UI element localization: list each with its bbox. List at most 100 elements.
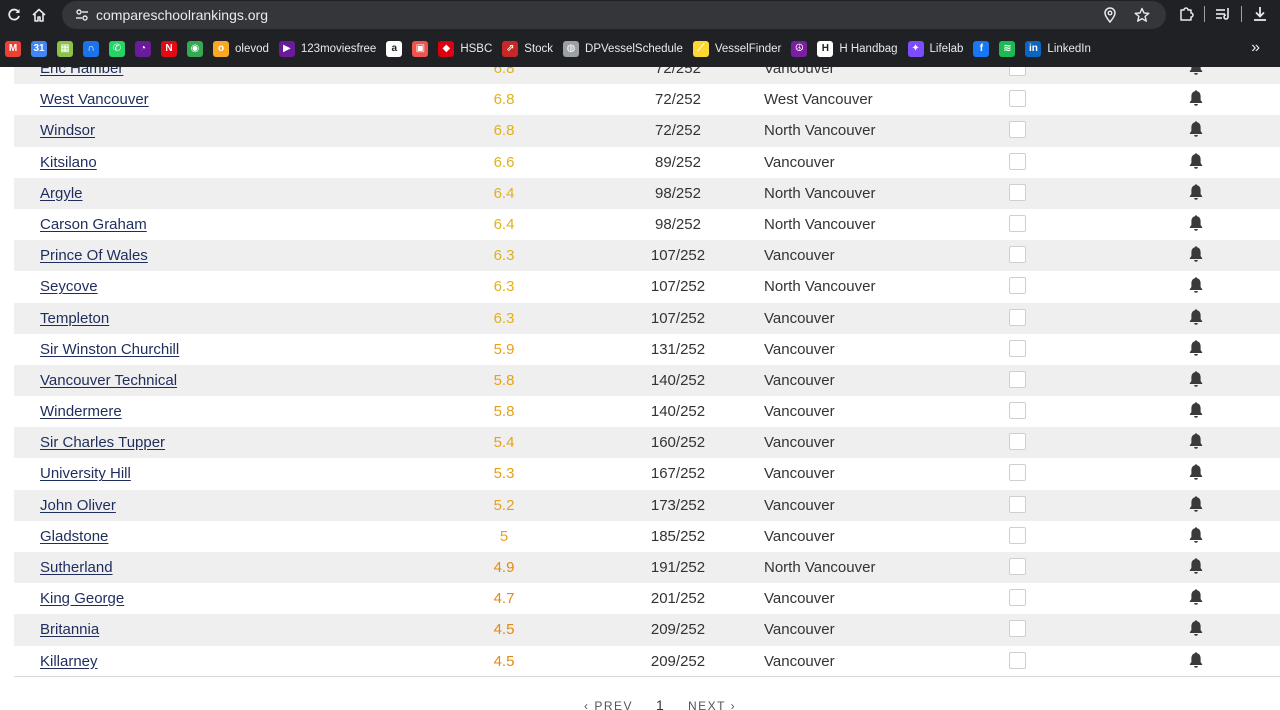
school-name-link[interactable]: John Oliver bbox=[40, 490, 116, 521]
notification-bell-icon[interactable] bbox=[1188, 651, 1204, 669]
compare-checkbox[interactable] bbox=[1009, 402, 1026, 420]
notification-bell-icon[interactable] bbox=[1188, 495, 1204, 513]
compare-checkbox[interactable] bbox=[1009, 183, 1026, 201]
compare-checkbox[interactable] bbox=[1009, 67, 1026, 76]
compare-checkbox[interactable] bbox=[1009, 370, 1026, 388]
school-name-link[interactable]: Carson Graham bbox=[40, 209, 147, 240]
notification-bell-icon[interactable] bbox=[1188, 214, 1204, 232]
notification-bell-icon[interactable] bbox=[1188, 308, 1204, 326]
table-row: Templeton 6.3 107/252 Vancouver bbox=[14, 302, 1280, 334]
notification-bell-icon[interactable] bbox=[1188, 120, 1204, 138]
school-name-link[interactable]: Britannia bbox=[40, 614, 99, 645]
school-name-link[interactable]: Kitsilano bbox=[40, 147, 97, 178]
extensions-puzzle-icon[interactable] bbox=[1176, 4, 1196, 24]
site-info-icon[interactable] bbox=[70, 3, 94, 27]
compare-checkbox[interactable] bbox=[1009, 651, 1026, 669]
current-page-number[interactable]: 1 bbox=[656, 697, 664, 710]
bookmark-hsbc[interactable]: ◆ HSBC bbox=[433, 36, 497, 62]
compare-checkbox[interactable] bbox=[1009, 495, 1026, 513]
school-name-link[interactable]: Windsor bbox=[40, 115, 95, 146]
school-name-link[interactable]: Templeton bbox=[40, 303, 109, 334]
compare-checkbox[interactable] bbox=[1009, 464, 1026, 482]
notification-bell-icon[interactable] bbox=[1188, 432, 1204, 450]
address-bar[interactable]: compareschoolrankings.org bbox=[62, 1, 1166, 29]
bookmark-vesselfinder[interactable]: ⟋ VesselFinder bbox=[688, 36, 786, 62]
compare-checkbox[interactable] bbox=[1009, 152, 1026, 170]
compare-checkbox[interactable] bbox=[1009, 277, 1026, 295]
bookmark-app-icon-blue[interactable]: ∩ bbox=[78, 36, 104, 62]
school-name-link[interactable]: West Vancouver bbox=[40, 84, 149, 115]
download-icon[interactable] bbox=[1250, 4, 1270, 24]
compare-checkbox[interactable] bbox=[1009, 121, 1026, 139]
notification-bell-icon[interactable] bbox=[1188, 276, 1204, 294]
compare-checkbox[interactable] bbox=[1009, 308, 1026, 326]
bookmark-globe[interactable]: ◍ DPVesselSchedule bbox=[558, 36, 688, 62]
notification-bell-icon[interactable] bbox=[1188, 245, 1204, 263]
url-text[interactable]: compareschoolrankings.org bbox=[96, 7, 268, 23]
bookmark-calendar[interactable]: 31 bbox=[26, 36, 52, 62]
bookmark-peace[interactable]: ☮ bbox=[786, 36, 812, 62]
notification-bell-icon[interactable] bbox=[1188, 183, 1204, 201]
home-icon[interactable] bbox=[25, 1, 53, 29]
notification-bell-icon[interactable] bbox=[1188, 557, 1204, 575]
notification-bell-icon[interactable] bbox=[1188, 370, 1204, 388]
school-name-link[interactable]: Killarney bbox=[40, 646, 98, 677]
bookmark-spotify[interactable]: ≋ bbox=[994, 36, 1020, 62]
school-name-link[interactable]: Sutherland bbox=[40, 552, 113, 583]
notification-bell-icon[interactable] bbox=[1188, 339, 1204, 357]
compare-checkbox[interactable] bbox=[1009, 558, 1026, 575]
notification-bell-icon[interactable] bbox=[1188, 526, 1204, 544]
school-name-link[interactable]: Argyle bbox=[40, 178, 83, 209]
location-pin-icon[interactable] bbox=[1100, 5, 1120, 25]
bookmark-whatsapp[interactable]: ✆ bbox=[104, 36, 130, 62]
bookmark-gmail[interactable]: M bbox=[0, 36, 26, 62]
school-name-link[interactable]: Sir Winston Churchill bbox=[40, 334, 179, 365]
school-name-link[interactable]: University Hill bbox=[40, 458, 131, 489]
notification-bell-icon[interactable] bbox=[1188, 401, 1204, 419]
school-name-link[interactable]: Eric Hamber bbox=[40, 67, 123, 84]
bookmark-linkedin[interactable]: in LinkedIn bbox=[1020, 36, 1095, 62]
school-name-link[interactable]: Sir Charles Tupper bbox=[40, 427, 165, 458]
bookmarks-overflow-icon[interactable]: » bbox=[1251, 39, 1260, 57]
compare-checkbox[interactable] bbox=[1009, 214, 1026, 232]
school-name-link[interactable]: Prince Of Wales bbox=[40, 240, 148, 271]
bookmark-handbag[interactable]: H H Handbag bbox=[812, 36, 902, 62]
bookmark-star-icon[interactable] bbox=[1132, 5, 1152, 25]
reload-icon[interactable] bbox=[0, 1, 28, 29]
compare-checkbox[interactable] bbox=[1009, 433, 1026, 451]
bookmark-app-icon-grid[interactable]: ▣ bbox=[407, 36, 433, 62]
bookmark-netflix[interactable]: N bbox=[156, 36, 182, 62]
compare-checkbox[interactable] bbox=[1009, 589, 1026, 607]
school-name-link[interactable]: Gladstone bbox=[40, 521, 108, 552]
compare-checkbox[interactable] bbox=[1009, 339, 1026, 357]
bookmark-app-icon-green[interactable]: ▦ bbox=[52, 36, 78, 62]
notification-bell-icon[interactable] bbox=[1188, 619, 1204, 637]
bookmark-amazon[interactable]: a bbox=[381, 36, 407, 62]
bookmark-app-icon-multicolor[interactable]: ◉ bbox=[182, 36, 208, 62]
media-control-icon[interactable] bbox=[1213, 4, 1233, 24]
compare-checkbox[interactable] bbox=[1009, 526, 1026, 544]
school-name-link[interactable]: Seycove bbox=[40, 271, 98, 302]
school-city: Vancouver bbox=[764, 652, 835, 670]
notification-bell-icon[interactable] bbox=[1188, 588, 1204, 606]
compare-checkbox[interactable] bbox=[1009, 90, 1026, 108]
bookmark-facebook[interactable]: f bbox=[968, 36, 994, 62]
compare-checkbox[interactable] bbox=[1009, 246, 1026, 264]
compare-checkbox[interactable] bbox=[1009, 620, 1026, 638]
bookmark-stock[interactable]: ⇗ Stock bbox=[497, 36, 558, 62]
bookmark-lifelab[interactable]: ✦ Lifelab bbox=[903, 36, 969, 62]
bookmark-movies[interactable]: ▶ 123moviesfree bbox=[274, 36, 381, 62]
school-rank: 107/252 bbox=[650, 247, 706, 265]
school-name-link[interactable]: Vancouver Technical bbox=[40, 365, 177, 396]
prev-page-button[interactable]: ‹ PREV bbox=[584, 699, 633, 710]
notification-bell-icon[interactable] bbox=[1188, 89, 1204, 107]
next-page-button[interactable]: NEXT › bbox=[688, 699, 736, 710]
school-name-link[interactable]: Windermere bbox=[40, 396, 122, 427]
bookmark-olevod[interactable]: o olevod bbox=[208, 36, 274, 62]
notification-bell-icon[interactable] bbox=[1188, 152, 1204, 170]
notification-bell-icon[interactable] bbox=[1188, 67, 1204, 76]
school-name-link[interactable]: King George bbox=[40, 583, 124, 614]
handbag-icon: H bbox=[817, 40, 834, 57]
bookmark-app-icon-purple[interactable]: ◔ bbox=[130, 36, 156, 62]
notification-bell-icon[interactable] bbox=[1188, 463, 1204, 481]
